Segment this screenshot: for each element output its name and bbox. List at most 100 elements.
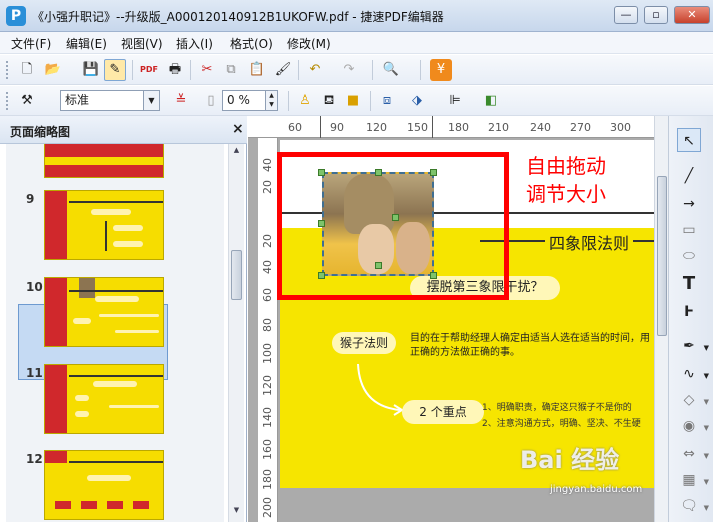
format-brush-icon[interactable]: 🖌 — [272, 59, 294, 81]
stamp-tool-icon[interactable]: ◉ ▼ — [677, 414, 709, 438]
highlight-icon[interactable]: ♙ — [294, 90, 316, 112]
page-thumbnail[interactable] — [44, 450, 164, 520]
toolbar-grip[interactable] — [6, 92, 9, 110]
scrollbar-thumb[interactable] — [231, 250, 242, 300]
open-folder-icon[interactable]: 📂 — [42, 59, 64, 81]
minimize-button[interactable]: — — [614, 6, 638, 24]
link-tool-icon[interactable]: ⇔ ▼ — [677, 442, 709, 466]
menu-edit[interactable]: 编辑(E) — [66, 35, 107, 52]
toolbar-divider — [190, 60, 191, 80]
scroll-up-icon[interactable]: ▲ — [231, 146, 242, 158]
page-thumbnail[interactable] — [44, 190, 164, 260]
format-toolbar: ⚒ 标准 ▼ ≚ ▯ 0 % ▲ ▼ ♙ ⛾ ■ ⧈ ⬗ ⊫ ◧ — [0, 86, 713, 116]
watermark-url: jingyan.baidu.com — [550, 484, 643, 495]
arrow-tool-icon[interactable]: → — [677, 192, 701, 216]
ruler-label: 40 — [261, 158, 274, 172]
rectangle-tool-icon[interactable]: ▭ — [677, 218, 701, 242]
scroll-down-icon[interactable]: ▼ — [231, 506, 242, 518]
menu-modify[interactable]: 修改(M) — [287, 35, 331, 52]
drawing-tools-panel: ↖ ╱ → ▭ ⬭ T Ⱶ ✒ ▼ ∿ ▼ ◇ ▼ ◉ ▼ ⇔ ▼ ▦ ▼ 🗨 ▼ — [668, 116, 713, 522]
vertical-ruler: 40 20 20 40 60 80 100 120 140 160 180 20… — [258, 138, 278, 522]
border-color-icon[interactable]: ■ — [342, 90, 364, 112]
menu-format[interactable]: 格式(O) — [230, 35, 273, 52]
point-list[interactable]: 1、明确职责，确定这只猴子不是你的 2、注意沟通方式，明确、坚决、不生硬 — [482, 400, 641, 432]
arrow-curve — [357, 363, 404, 416]
font-style-select[interactable]: 标准 ▼ — [60, 90, 160, 111]
ruler-marker — [432, 116, 433, 138]
ruler-label: 200 — [261, 497, 274, 518]
scrollbar-thumb[interactable] — [657, 176, 667, 336]
text-tool-icon[interactable]: T — [677, 272, 701, 296]
opacity-icon: ▯ — [207, 93, 215, 108]
horizontal-ruler: 60 90 120 150 180 210 240 270 300 — [260, 116, 656, 138]
page-thumbnail[interactable] — [44, 364, 164, 434]
label-bubble[interactable]: 2 个重点 — [402, 400, 484, 424]
redo-icon[interactable]: ↷ — [338, 59, 360, 81]
chevron-down-icon[interactable]: ▼ — [143, 91, 159, 110]
thumbnail-scrollbar[interactable]: ▲ ▼ — [228, 144, 244, 522]
align-icon[interactable]: ⊫ — [444, 90, 466, 112]
pdf-icon[interactable]: PDF — [138, 59, 160, 81]
polygon-tool-icon[interactable]: ◇ ▼ — [677, 388, 709, 412]
fill-bucket-icon[interactable]: ⛾ — [318, 90, 340, 112]
menu-view[interactable]: 视图(V) — [121, 35, 163, 52]
spinner-icon[interactable]: ▲ ▼ — [265, 91, 277, 110]
paste-icon[interactable]: 📋 — [246, 59, 268, 81]
list-item: 2、注意沟通方式，明确、坚决、不生硬 — [482, 419, 641, 429]
ruler-label: 120 — [366, 121, 387, 134]
copy-icon[interactable]: ⧉ — [220, 59, 242, 81]
close-button[interactable]: ✕ — [674, 6, 710, 24]
ruler-label: 20 — [261, 180, 274, 194]
ruler-label: 140 — [261, 407, 274, 428]
maximize-button[interactable]: ▫ — [644, 6, 668, 24]
page-number: 9 — [26, 192, 35, 206]
font-style-value: 标准 — [65, 93, 90, 107]
text-align-icon[interactable]: ≚ — [170, 90, 192, 112]
close-icon[interactable]: × — [232, 121, 244, 137]
ruler-label: 60 — [261, 288, 274, 302]
curve-tool-icon[interactable]: ∿ ▼ — [677, 362, 709, 386]
rotate-icon[interactable]: ⬗ — [406, 90, 428, 112]
thumbnail-list[interactable]: 9 10 11 12 — [6, 144, 224, 522]
title-bar: P 《小强升职记》--升级版_A000120140912B1UKOFW.pdf … — [0, 0, 713, 32]
crop-icon[interactable]: ⧈ — [376, 90, 398, 112]
toolbar-divider — [298, 60, 299, 80]
convert-icon[interactable]: ¥ — [430, 59, 452, 81]
comment-tool-icon[interactable]: 🗨 ▼ — [677, 494, 709, 518]
cut-icon[interactable]: ✂ — [196, 59, 218, 81]
list-item: 1、明确职责，确定这只猴子不是你的 — [482, 403, 632, 413]
line-tool-icon[interactable]: ╱ — [677, 164, 701, 188]
label-bubble[interactable]: 猴子法则 — [332, 332, 396, 354]
save-icon[interactable]: 💾 — [80, 59, 102, 81]
ruler-label: 270 — [570, 121, 591, 134]
thumbnail-panel-header: 页面缩略图 × — [0, 116, 247, 144]
ruler-label: 300 — [610, 121, 631, 134]
toolbar-divider — [288, 91, 289, 111]
document-scrollbar[interactable] — [654, 116, 668, 522]
new-file-icon[interactable]: 🗋 — [16, 59, 38, 81]
page-thumbnail[interactable] — [44, 144, 164, 178]
toolbar-grip[interactable] — [6, 61, 9, 79]
text-box-tool-icon[interactable]: Ⱶ — [677, 300, 701, 324]
print-icon[interactable]: 🖶 — [164, 59, 186, 81]
undo-icon[interactable]: ↶ — [304, 59, 326, 81]
pointer-icon[interactable]: ↖ — [677, 128, 701, 152]
edit-icon[interactable]: ✎ — [104, 59, 126, 81]
opacity-input[interactable]: 0 % ▲ ▼ — [222, 90, 278, 111]
layer-icon[interactable]: ◧ — [480, 90, 502, 112]
ruler-label: 210 — [488, 121, 509, 134]
menu-file[interactable]: 文件(F) — [11, 35, 51, 52]
page-number: 11 — [26, 366, 43, 380]
description-text[interactable]: 目的在于帮助经理人确定由适当人选在适当的时间，用正确的方法做正确的事。 — [410, 332, 650, 360]
ellipse-tool-icon[interactable]: ⬭ — [677, 244, 701, 268]
zoom-icon[interactable]: 🔍 — [380, 59, 402, 81]
pen-tool-icon[interactable]: ✒ ▼ — [677, 334, 709, 358]
ruler-label: 90 — [330, 121, 344, 134]
slide-heading[interactable]: 四象限法则 — [545, 230, 634, 254]
table-tool-icon[interactable]: ▦ ▼ — [677, 468, 709, 492]
magic-wand-icon[interactable]: ⚒ — [16, 90, 38, 112]
ruler-label: 80 — [261, 318, 274, 332]
menu-insert[interactable]: 插入(I) — [176, 35, 213, 52]
ruler-label: 180 — [261, 469, 274, 490]
page-thumbnail[interactable] — [44, 277, 164, 347]
